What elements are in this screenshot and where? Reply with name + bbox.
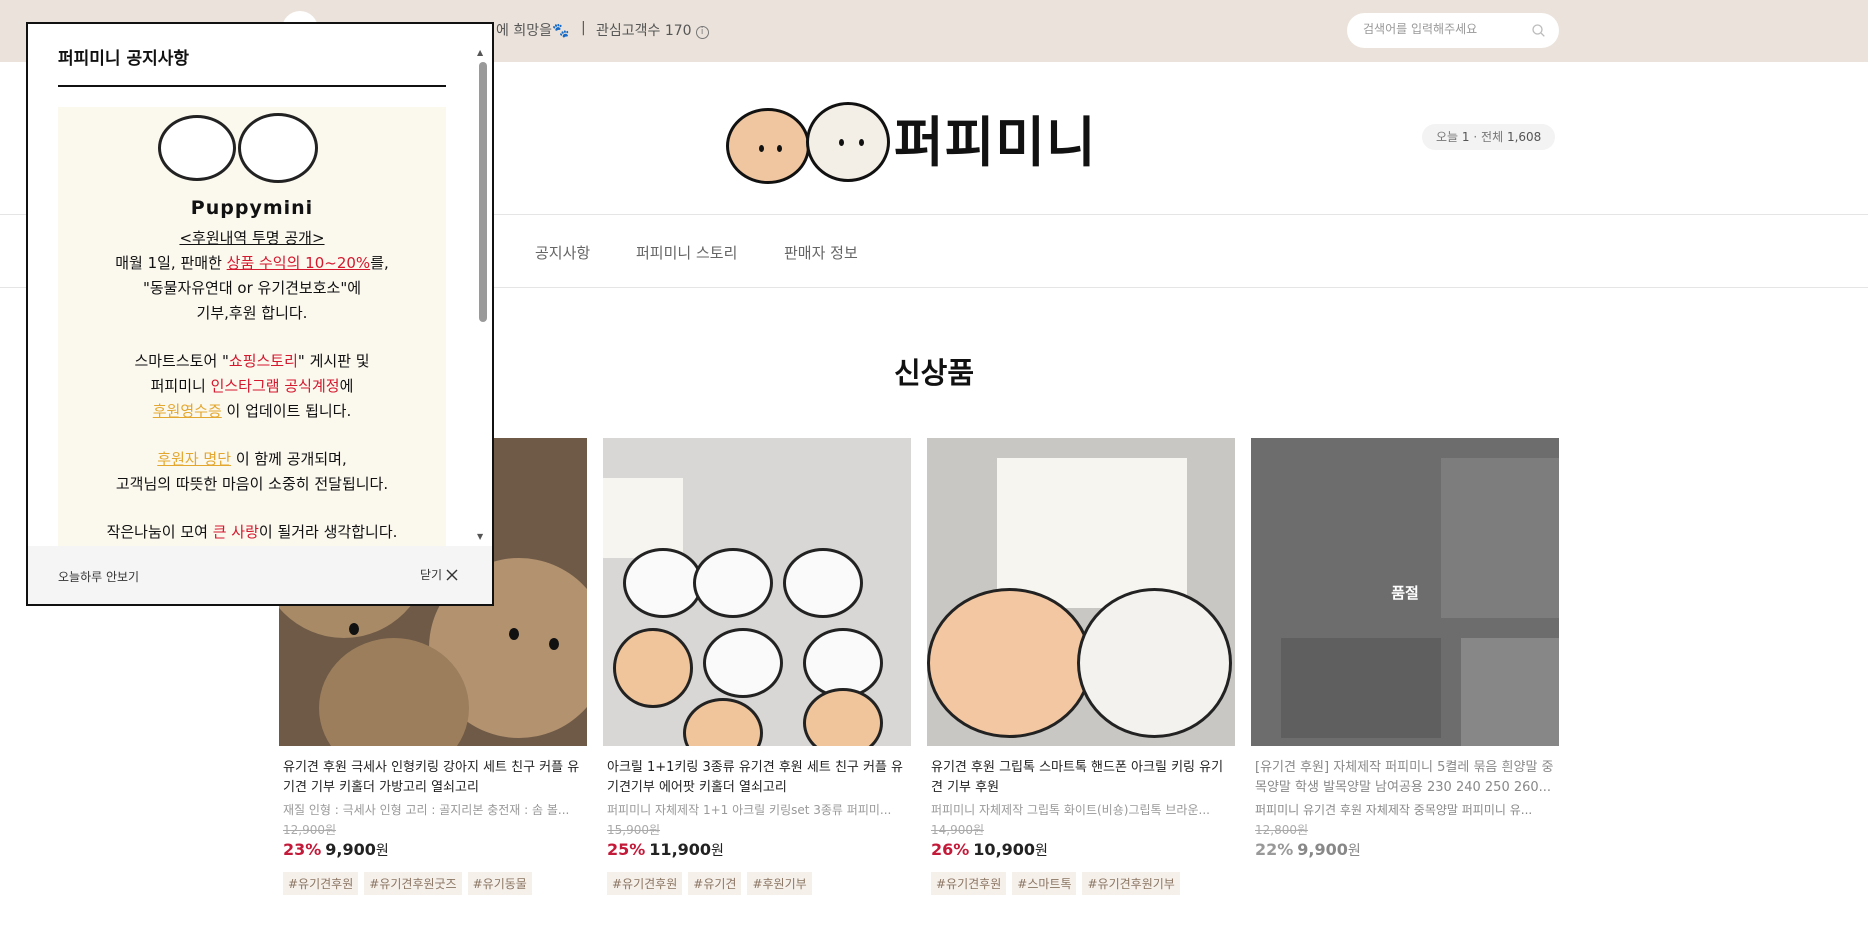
close-label: 닫기 bbox=[420, 568, 443, 582]
product-image[interactable]: 품절 bbox=[1251, 438, 1559, 746]
currency: 원 bbox=[1035, 843, 1048, 859]
tag[interactable]: #유기견후원기부 bbox=[1082, 872, 1180, 895]
tag[interactable]: #후원기부 bbox=[747, 872, 812, 895]
search-box bbox=[1347, 13, 1559, 48]
currency: 원 bbox=[1347, 843, 1361, 859]
original-price: 15,900원 bbox=[607, 823, 661, 837]
price-row: 26% 10,900원 bbox=[927, 840, 1235, 860]
tag-list: #유기견후원 #유기견 #후원기부 bbox=[603, 872, 911, 895]
store-logo[interactable]: 퍼피미니 bbox=[722, 94, 1097, 184]
today-label: 오늘 bbox=[1436, 130, 1459, 144]
today-count: 1 bbox=[1461, 130, 1470, 144]
bullet: · bbox=[1473, 130, 1482, 144]
nav-story[interactable]: 퍼피미니 스토리 bbox=[636, 242, 737, 263]
notice-line: "동물자유연대 or 유기견보호소"에 bbox=[142, 279, 362, 297]
popup-footer: 오늘하루 안보기 닫기 bbox=[28, 546, 492, 604]
poodle-face-icon bbox=[806, 102, 890, 182]
sale-price: 10,900 bbox=[973, 840, 1036, 859]
popup-title: 퍼피미니 공지사항 bbox=[58, 49, 190, 69]
product-desc: 퍼피미니 유기견 후원 자체제작 중목양말 퍼피미니 유... bbox=[1255, 803, 1533, 817]
product-card[interactable]: 아크릴 1+1키링 3종류 유기견 후원 세트 친구 커플 유기견기부 에어팟 … bbox=[603, 438, 911, 895]
sale-price: 9,900 bbox=[325, 840, 376, 859]
notice-popup: 퍼피미니 공지사항 Puppymini <후원내역 투명 공개> 매월 1일, … bbox=[26, 22, 494, 606]
product-card[interactable]: 유기견 후원 그립톡 스마트톡 핸드폰 아크릴 키링 유기견 기부 후원 퍼피미… bbox=[927, 438, 1235, 895]
store-tagline: 에 희망을🐾 bbox=[496, 23, 570, 39]
product-desc: 퍼피미니 자체제작 그립톡 화이트(비숑)그립톡 브라운... bbox=[931, 803, 1210, 817]
product-name[interactable]: 유기견 후원 그립톡 스마트톡 핸드폰 아크릴 키링 유기견 기부 후원 bbox=[927, 758, 1235, 798]
tag[interactable]: #유기견후원 bbox=[283, 872, 359, 895]
scroll-down-icon[interactable]: ▼ bbox=[477, 532, 483, 541]
product-card[interactable]: 품절 [유기견 후원] 자체제작 퍼피미니 5켤레 묶음 흰양말 중목양말 학생… bbox=[1251, 438, 1559, 860]
product-desc: 재질 인형 : 극세사 인형 고리 : 골지리본 충전재 : 솜 볼... bbox=[283, 803, 570, 817]
tag[interactable]: #스마트톡 bbox=[1012, 872, 1077, 895]
close-button[interactable]: 닫기 bbox=[420, 566, 458, 583]
hide-today-button[interactable]: 오늘하루 안보기 bbox=[58, 568, 139, 585]
tag[interactable]: #유기견후원 bbox=[607, 872, 683, 895]
bear-face-icon bbox=[726, 108, 810, 184]
discount-rate: 23% bbox=[283, 840, 322, 859]
price-row: 22% 9,900원 bbox=[1251, 840, 1559, 860]
brand-name: 퍼피미니 bbox=[894, 111, 1097, 174]
total-label: 전체 bbox=[1481, 130, 1504, 144]
product-image[interactable] bbox=[603, 438, 911, 746]
notice-line: 퍼피미니 인스타그램 공식계정에 bbox=[150, 377, 354, 395]
search-input[interactable] bbox=[1363, 22, 1523, 36]
scrollbar-thumb[interactable] bbox=[479, 62, 487, 322]
discount-rate: 25% bbox=[607, 840, 646, 859]
notice-line: 매월 1일, 판매한 상품 수익의 10~20%를, bbox=[115, 254, 389, 272]
product-desc: 퍼피미니 자체제작 1+1 아크릴 키링set 3종류 퍼피미... bbox=[607, 803, 892, 817]
tag[interactable]: #유기견 bbox=[688, 872, 742, 895]
notice-line: 기부,후원 합니다. bbox=[196, 304, 308, 322]
original-price: 12,900원 bbox=[283, 823, 337, 837]
notice-image: Puppymini <후원내역 투명 공개> 매월 1일, 판매한 상품 수익의… bbox=[58, 107, 446, 567]
notice-heading: <후원내역 투명 공개> bbox=[179, 229, 325, 247]
nav-seller-info[interactable]: 판매자 정보 bbox=[784, 242, 858, 263]
price-row: 25% 11,900원 bbox=[603, 840, 911, 860]
divider: | bbox=[581, 20, 586, 36]
tag-list: #유기견후원 #유기견후원굿즈 #유기동물 bbox=[279, 872, 587, 895]
soldout-label: 품절 bbox=[1251, 438, 1559, 746]
product-name[interactable]: 유기견 후원 극세사 인형키링 강아지 세트 친구 커플 유기견 기부 키홀더 … bbox=[279, 758, 587, 798]
discount-rate: 22% bbox=[1255, 840, 1294, 859]
original-price: 12,800원 bbox=[1255, 823, 1309, 837]
visitor-counter: 오늘 1 · 전체 1,608 bbox=[1422, 124, 1556, 150]
scroll-up-icon[interactable]: ▲ bbox=[477, 48, 483, 57]
poodle-face-icon bbox=[238, 113, 318, 183]
sale-price: 9,900 bbox=[1297, 840, 1348, 859]
tag-list: #유기견후원 #스마트톡 #유기견후원기부 bbox=[927, 872, 1235, 895]
tag[interactable]: #유기견후원 bbox=[931, 872, 1007, 895]
product-name[interactable]: 아크릴 1+1키링 3종류 유기견 후원 세트 친구 커플 유기견기부 에어팟 … bbox=[603, 758, 911, 798]
discount-rate: 26% bbox=[931, 840, 970, 859]
divider bbox=[58, 85, 446, 87]
currency: 원 bbox=[375, 843, 389, 859]
product-name[interactable]: [유기견 후원] 자체제작 퍼피미니 5켤레 묶음 흰양말 중목양말 학생 발목… bbox=[1251, 758, 1559, 798]
interest-count[interactable]: 관심고객수 170 i bbox=[596, 20, 709, 40]
tag[interactable]: #유기견후원굿즈 bbox=[364, 872, 462, 895]
notice-line: 고객님의 따뜻한 마음이 소중히 전달됩니다. bbox=[115, 475, 389, 493]
notice-line: 작은나눔이 모여 큰 사랑이 될거라 생각합니다. bbox=[106, 523, 398, 541]
notice-line: 후원영수증 이 업데이트 됩니다. bbox=[152, 402, 352, 420]
notice-line: 스마트스토어 "쇼핑스토리" 게시판 및 bbox=[134, 352, 370, 370]
info-icon[interactable]: i bbox=[695, 26, 709, 39]
notice-line: 후원자 명단 이 함께 공개되며, bbox=[157, 450, 347, 468]
search-icon[interactable] bbox=[1532, 24, 1545, 37]
price-row: 23% 9,900원 bbox=[279, 840, 587, 860]
close-icon[interactable] bbox=[446, 569, 458, 581]
total-count: 1,608 bbox=[1506, 130, 1542, 144]
tag[interactable]: #유기동물 bbox=[467, 872, 532, 895]
bear-face-icon bbox=[158, 115, 236, 181]
sale-price: 11,900 bbox=[649, 840, 712, 859]
product-image[interactable] bbox=[927, 438, 1235, 746]
notice-brand: Puppymini bbox=[190, 197, 314, 219]
interest-label: 관심고객수 170 bbox=[596, 23, 692, 39]
currency: 원 bbox=[711, 843, 724, 859]
original-price: 14,900원 bbox=[931, 823, 985, 837]
nav-notice[interactable]: 공지사항 bbox=[535, 242, 590, 263]
